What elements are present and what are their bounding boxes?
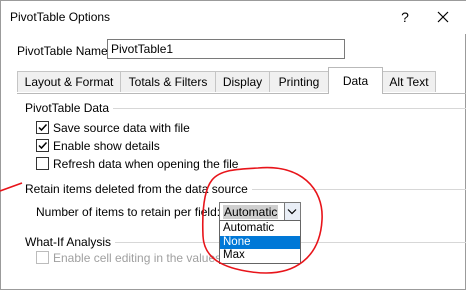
dropdown-button[interactable]	[284, 203, 300, 220]
dropdown-option-automatic[interactable]: Automatic	[220, 222, 300, 235]
enable-cell-editing-label: Enable cell editing in the values	[53, 251, 222, 265]
retain-count-value: Automatic	[223, 205, 279, 219]
save-source-label[interactable]: Save source data with file	[53, 121, 190, 135]
refresh-data-checkbox[interactable]	[36, 157, 49, 170]
tab-panel-border	[17, 93, 466, 94]
help-button[interactable]: ?	[393, 5, 417, 29]
check-mark-icon	[38, 141, 48, 150]
enable-cell-editing-checkbox	[36, 251, 49, 264]
dialog-title: PivotTable Options	[10, 10, 111, 24]
save-source-checkbox[interactable]	[36, 121, 49, 134]
pivot-name-input[interactable]	[107, 39, 345, 59]
dropdown-option-none[interactable]: None	[220, 236, 300, 249]
enable-details-label[interactable]: Enable show details	[53, 139, 160, 153]
retain-count-dropdown-list: Automatic None Max	[219, 220, 301, 264]
chevron-down-icon	[287, 209, 297, 215]
tab-data[interactable]: Data	[328, 67, 383, 94]
pivot-name-label: PivotTable Name:	[17, 44, 112, 58]
tab-display[interactable]: Display	[215, 71, 270, 92]
dropdown-option-max[interactable]: Max	[220, 249, 300, 262]
refresh-data-label[interactable]: Refresh data when opening the file	[53, 157, 238, 171]
retain-count-label: Number of items to retain per field:	[36, 205, 221, 219]
close-button[interactable]	[431, 5, 455, 29]
enable-details-checkbox[interactable]	[36, 139, 49, 152]
close-icon	[437, 11, 449, 23]
tab-totals-filters[interactable]: Totals & Filters	[120, 71, 216, 92]
tab-alt-text[interactable]: Alt Text	[382, 71, 436, 92]
retain-items-heading: Retain items deleted from the data sourc…	[25, 182, 252, 196]
retain-count-select[interactable]: Automatic	[219, 202, 301, 221]
tab-layout-format[interactable]: Layout & Format	[17, 71, 121, 92]
pivot-options-dialog: PivotTable Options ? PivotTable Name: La…	[0, 0, 466, 290]
check-mark-icon	[38, 123, 48, 132]
tab-printing[interactable]: Printing	[269, 71, 329, 92]
question-mark-icon: ?	[401, 9, 409, 25]
pivot-data-heading: PivotTable Data	[25, 101, 114, 115]
what-if-heading: What-If Analysis	[25, 235, 116, 249]
